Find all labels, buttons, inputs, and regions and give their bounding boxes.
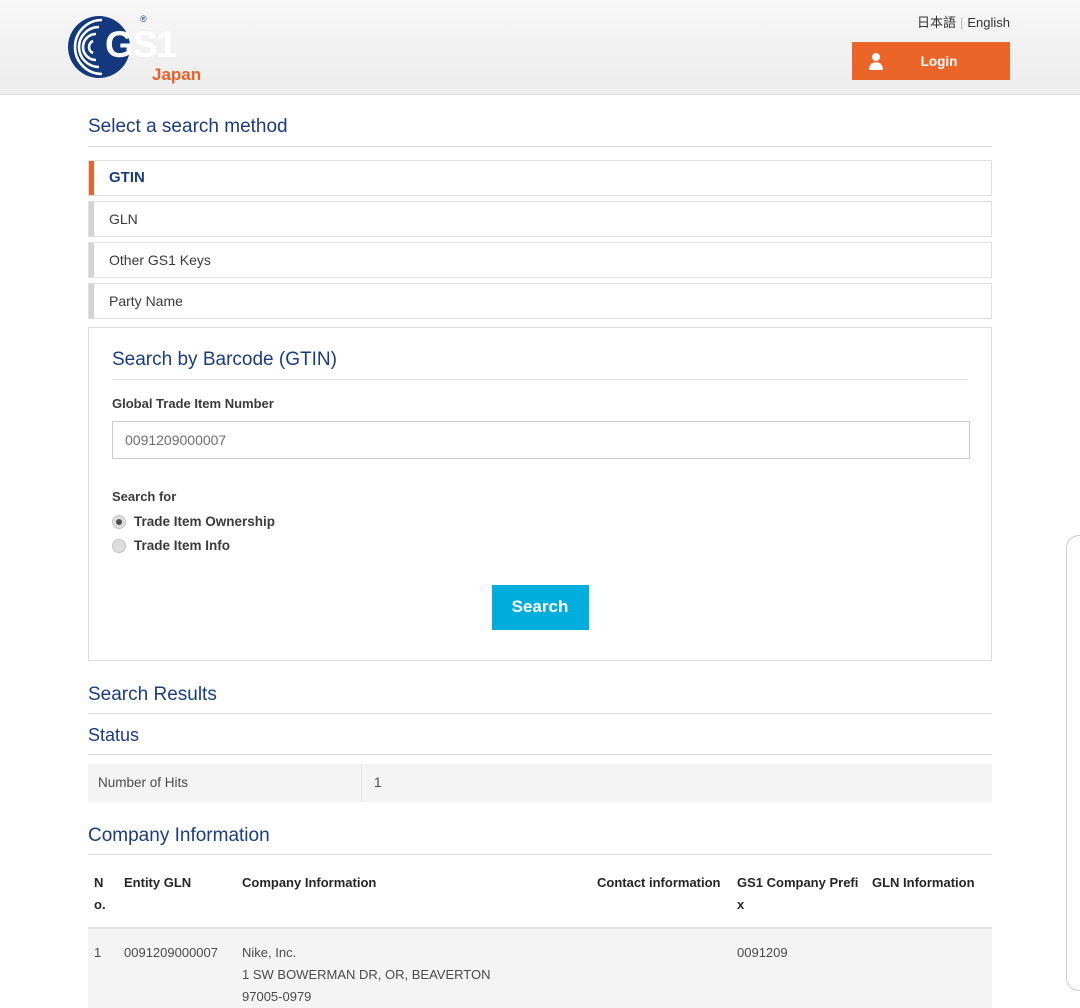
cell-gs1-company-prefix: 0091209 bbox=[731, 928, 866, 1008]
logo-gs1-text: GS1 bbox=[105, 24, 177, 65]
company-information-table: No. Entity GLN Company Information Conta… bbox=[88, 869, 992, 1008]
language-separator: | bbox=[959, 15, 964, 30]
logo-region-text: Japan bbox=[152, 65, 202, 84]
radio-trade-item-info[interactable]: Trade Item Info bbox=[112, 537, 968, 553]
search-button[interactable]: Search bbox=[491, 584, 589, 630]
main-content: Select a search method GTIN GLN Other GS… bbox=[0, 115, 1080, 1008]
search-method-label-gln: GLN bbox=[109, 210, 138, 227]
cell-gln-information bbox=[866, 928, 992, 1008]
cell-company-information: Nike, Inc. 1 SW BOWERMAN DR, OR, BEAVERT… bbox=[236, 928, 591, 1008]
status-title: Status bbox=[88, 724, 992, 755]
site-header: GS1 ® Japan 日本語 | English Login bbox=[0, 0, 1080, 95]
gtin-field-label: Global Trade Item Number bbox=[112, 396, 274, 412]
status-row-number-of-hits: Number of Hits 1 bbox=[88, 763, 992, 802]
search-results-title: Search Results bbox=[88, 683, 992, 715]
language-link-japanese[interactable]: 日本語 bbox=[917, 15, 956, 30]
logo-gs-letters: GS1 bbox=[105, 24, 177, 65]
search-panel-title: Search by Barcode (GTIN) bbox=[112, 348, 968, 381]
language-switcher: 日本語 | English bbox=[852, 16, 1010, 29]
radio-label-trade-item-info: Trade Item Info bbox=[134, 537, 231, 553]
table-header: No. Entity GLN Company Information Conta… bbox=[88, 869, 992, 930]
table-header-row: No. Entity GLN Company Information Conta… bbox=[88, 869, 992, 930]
table-row[interactable]: 1 0091209000007 Nike, Inc. 1 SW BOWERMAN… bbox=[88, 928, 992, 1008]
cell-contact-information bbox=[591, 928, 731, 1008]
gs1-japan-logo[interactable]: GS1 ® Japan bbox=[68, 8, 248, 90]
number-of-hits-value: 1 bbox=[374, 775, 382, 791]
search-method-item-gln[interactable]: GLN bbox=[88, 200, 992, 237]
login-button[interactable]: Login bbox=[852, 42, 1010, 80]
radio-dot-unselected-icon bbox=[112, 538, 126, 553]
radio-label-trade-item-ownership: Trade Item Ownership bbox=[134, 513, 276, 529]
search-button-container: Search bbox=[112, 584, 968, 630]
select-search-method-title: Select a search method bbox=[88, 115, 992, 147]
search-method-item-other-gs1-keys[interactable]: Other GS1 Keys bbox=[88, 241, 992, 278]
column-header-no: No. bbox=[88, 869, 118, 930]
side-floating-panel[interactable] bbox=[1066, 535, 1080, 991]
column-header-contact-information: Contact information bbox=[591, 869, 731, 930]
search-method-label-other-gs1-keys: Other GS1 Keys bbox=[109, 251, 211, 268]
column-header-entity-gln: Entity GLN bbox=[118, 869, 236, 930]
search-method-list: GTIN GLN Other GS1 Keys Party Name bbox=[88, 159, 992, 319]
column-header-gln-information: GLN Information bbox=[866, 869, 992, 930]
company-information-title: Company Information bbox=[88, 824, 992, 856]
company-address-line-2: 97005-0979 bbox=[242, 989, 312, 1005]
search-method-label-party-name: Party Name bbox=[109, 292, 183, 309]
search-for-label: Search for bbox=[112, 488, 177, 504]
search-method-item-gtin[interactable]: GTIN bbox=[88, 159, 992, 196]
cell-no: 1 bbox=[88, 928, 118, 1008]
table-body: 1 0091209000007 Nike, Inc. 1 SW BOWERMAN… bbox=[88, 928, 992, 1008]
search-method-label-gtin: GTIN bbox=[109, 169, 145, 187]
column-header-gs1-company-prefix: GS1 Company Prefix bbox=[731, 869, 866, 930]
company-address-line-1: 1 SW BOWERMAN DR, OR, BEAVERTON bbox=[242, 967, 491, 983]
user-icon bbox=[869, 53, 883, 70]
company-name: Nike, Inc. bbox=[242, 945, 297, 961]
search-form-panel: Search by Barcode (GTIN) Global Trade It… bbox=[88, 326, 992, 661]
radio-trade-item-ownership[interactable]: Trade Item Ownership bbox=[112, 513, 968, 529]
page-root: GS1 ® Japan 日本語 | English Login Select a s… bbox=[0, 0, 1080, 1008]
logo-registered-mark: ® bbox=[140, 14, 147, 24]
header-right-group: 日本語 | English Login bbox=[852, 0, 1010, 80]
cell-entity-gln: 0091209000007 bbox=[118, 928, 236, 1008]
search-method-item-party-name[interactable]: Party Name bbox=[88, 282, 992, 319]
gtin-input[interactable] bbox=[112, 420, 970, 459]
radio-dot-selected-icon bbox=[112, 514, 126, 529]
number-of-hits-label: Number of Hits bbox=[98, 775, 189, 791]
language-link-english[interactable]: English bbox=[967, 15, 1010, 30]
column-header-company-information: Company Information bbox=[236, 869, 591, 930]
